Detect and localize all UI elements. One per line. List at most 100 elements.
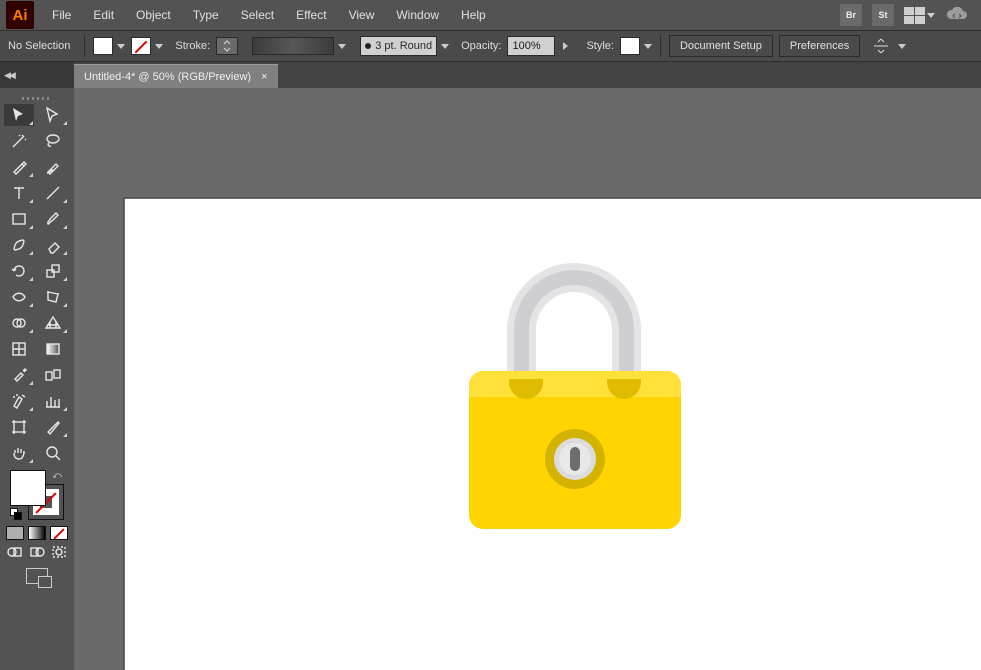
draw-behind-icon[interactable] xyxy=(27,544,47,560)
tools-panel: ⤺ xyxy=(0,88,74,670)
stroke-swatch-group[interactable] xyxy=(131,37,163,55)
eraser-tool[interactable] xyxy=(38,234,68,256)
color-mode-none[interactable] xyxy=(50,526,68,540)
color-mode-row xyxy=(4,526,70,540)
menu-window[interactable]: Window xyxy=(386,4,449,26)
menu-object[interactable]: Object xyxy=(126,4,181,26)
line-tool[interactable] xyxy=(38,182,68,204)
menu-help[interactable]: Help xyxy=(451,4,496,26)
workspace-switcher[interactable] xyxy=(904,7,935,24)
chevron-down-icon xyxy=(338,44,346,49)
symbol-sprayer-tool[interactable] xyxy=(4,390,34,412)
chevron-down-icon xyxy=(644,44,652,49)
artboard[interactable] xyxy=(124,198,981,670)
app-logo-text: Ai xyxy=(13,7,28,24)
toolbar-collapse-handle[interactable]: ◀◀ xyxy=(0,62,74,88)
menubar: Ai File Edit Object Type Select Effect V… xyxy=(0,0,981,30)
scale-tool[interactable] xyxy=(38,260,68,282)
column-graph-tool[interactable] xyxy=(38,390,68,412)
draw-normal-icon[interactable] xyxy=(5,544,25,560)
stock-icon[interactable]: St xyxy=(872,4,894,26)
hand-tool[interactable] xyxy=(4,442,34,464)
gradient-tool[interactable] xyxy=(38,338,68,360)
document-setup-button[interactable]: Document Setup xyxy=(669,35,773,57)
panel-grip[interactable] xyxy=(4,94,70,102)
preferences-button[interactable]: Preferences xyxy=(779,35,860,57)
variable-width-preview: 3 pt. Round xyxy=(360,36,437,56)
screen-mode-icon[interactable] xyxy=(26,568,48,584)
divider xyxy=(84,35,85,57)
lasso-tool[interactable] xyxy=(38,130,68,152)
fill-swatch-group[interactable] xyxy=(93,37,125,55)
stroke-swatch[interactable] xyxy=(131,37,151,55)
zoom-tool[interactable] xyxy=(38,442,68,464)
menu-file[interactable]: File xyxy=(42,4,81,26)
lock-illustration[interactable] xyxy=(469,263,681,529)
free-transform-tool[interactable] xyxy=(38,286,68,308)
top-right-group: Br St xyxy=(840,4,975,26)
document-tab[interactable]: Untitled-4* @ 50% (RGB/Preview) × xyxy=(74,64,278,88)
direct-selection-tool[interactable] xyxy=(38,104,68,126)
curvature-tool[interactable] xyxy=(38,156,68,178)
graphic-style-swatch[interactable] xyxy=(620,37,640,55)
magic-wand-tool[interactable] xyxy=(4,130,34,152)
close-icon[interactable]: × xyxy=(261,71,267,83)
chevron-down-icon xyxy=(927,13,935,18)
double-chevron-left-icon: ◀◀ xyxy=(4,70,14,81)
app-logo: Ai xyxy=(6,1,34,29)
variable-width-dropdown[interactable]: 3 pt. Round xyxy=(360,36,449,56)
perspective-grid-tool[interactable] xyxy=(38,312,68,334)
menu-type[interactable]: Type xyxy=(183,4,229,26)
selection-status: No Selection xyxy=(6,40,76,52)
opacity-field-group[interactable]: 100% xyxy=(507,36,574,56)
lock-keyhole-slot xyxy=(570,447,580,471)
selection-tool[interactable] xyxy=(4,104,34,126)
menu-effect[interactable]: Effect xyxy=(286,4,336,26)
document-tabstrip: ◀◀ Untitled-4* @ 50% (RGB/Preview) × xyxy=(0,62,981,88)
shape-builder-tool[interactable] xyxy=(4,312,34,334)
workspace: ⤺ xyxy=(0,88,981,670)
menu-edit[interactable]: Edit xyxy=(83,4,124,26)
menu-select[interactable]: Select xyxy=(231,4,284,26)
opacity-value[interactable]: 100% xyxy=(507,36,555,56)
artboard-tool[interactable] xyxy=(4,416,34,438)
fill-swatch[interactable] xyxy=(93,37,113,55)
rectangle-tool[interactable] xyxy=(4,208,34,230)
eyedropper-tool[interactable] xyxy=(4,364,34,386)
paintbrush-tool[interactable] xyxy=(38,208,68,230)
draw-inside-icon[interactable] xyxy=(49,544,69,560)
brush-def-dropdown[interactable] xyxy=(252,37,346,55)
pen-tool[interactable] xyxy=(4,156,34,178)
chevron-down-icon xyxy=(898,44,906,49)
graphic-style-dropdown[interactable] xyxy=(620,37,652,55)
stroke-weight-stepper[interactable] xyxy=(216,37,238,55)
menu-view[interactable]: View xyxy=(339,4,385,26)
chevron-down-icon xyxy=(441,44,449,49)
swap-fill-stroke-icon[interactable]: ⤺ xyxy=(52,470,62,481)
shaper-tool[interactable] xyxy=(4,234,34,256)
type-tool[interactable] xyxy=(4,182,34,204)
draw-mode-row xyxy=(4,544,70,560)
lock-body-highlight xyxy=(469,371,681,397)
color-mode-solid[interactable] xyxy=(6,526,24,540)
width-tool[interactable] xyxy=(4,286,34,308)
document-tab-title: Untitled-4* @ 50% (RGB/Preview) xyxy=(84,71,251,83)
default-fill-stroke-icon[interactable] xyxy=(10,508,22,520)
align-to-icon[interactable] xyxy=(872,37,890,55)
rotate-tool[interactable] xyxy=(4,260,34,282)
fill-color-icon[interactable] xyxy=(10,470,46,506)
style-label: Style: xyxy=(586,40,614,52)
chevron-down-icon xyxy=(117,44,125,49)
bridge-icon[interactable]: Br xyxy=(840,4,862,26)
color-mode-gradient[interactable] xyxy=(28,526,46,540)
mesh-tool[interactable] xyxy=(4,338,34,360)
fill-stroke-control[interactable]: ⤺ xyxy=(10,470,64,520)
sync-icon[interactable] xyxy=(945,5,969,26)
opacity-label: Opacity: xyxy=(461,40,501,52)
divider xyxy=(660,35,661,57)
canvas-area[interactable] xyxy=(74,88,981,670)
control-bar: No Selection Stroke: 3 pt. Round Opacity… xyxy=(0,30,981,62)
blend-tool[interactable] xyxy=(38,364,68,386)
brush-preview xyxy=(252,37,334,55)
slice-tool[interactable] xyxy=(38,416,68,438)
